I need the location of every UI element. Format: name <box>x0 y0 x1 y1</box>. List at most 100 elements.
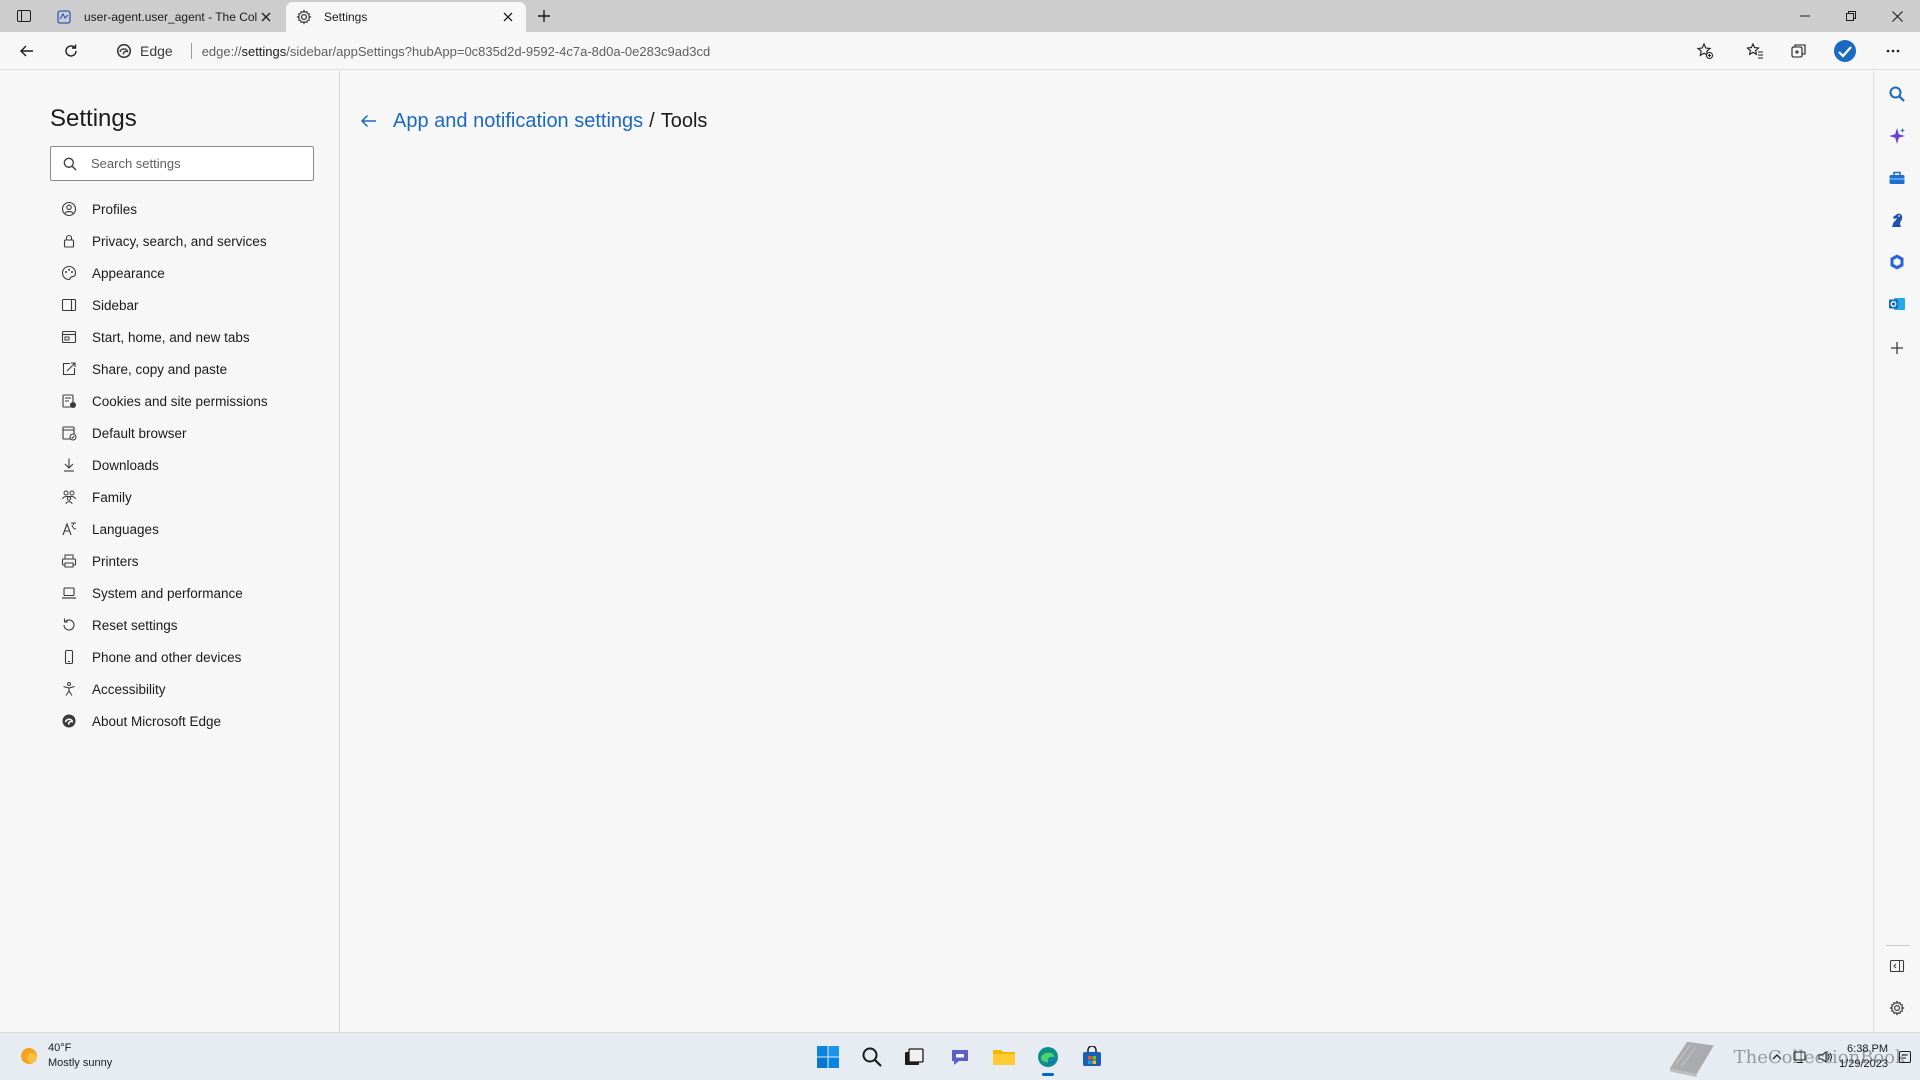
tab-title: Settings <box>324 10 368 24</box>
tab-user-agent[interactable]: user-agent.user_agent - The Coll <box>46 2 284 32</box>
add-favorite-button[interactable] <box>1690 37 1720 65</box>
tab-settings[interactable]: Settings <box>286 2 526 32</box>
printer-icon <box>60 552 78 570</box>
toolbox-icon <box>1889 171 1905 184</box>
sidebar-search-button[interactable] <box>1884 81 1910 107</box>
minimize-button[interactable] <box>1782 0 1828 32</box>
nav-item-cookies[interactable]: Cookies and site permissions <box>60 385 268 417</box>
sidebar-tools-button[interactable] <box>1884 165 1910 191</box>
store-icon <box>1083 1046 1101 1066</box>
site-identity-label: Edge <box>140 43 173 59</box>
collections-button[interactable] <box>1784 37 1814 65</box>
network-button[interactable] <box>1793 1050 1809 1064</box>
nav-item-label: Cookies and site permissions <box>92 393 268 409</box>
settings-content: App and notification settings / Tools <box>341 71 1872 1032</box>
nav-item-appearance[interactable]: Appearance <box>60 257 268 289</box>
file-explorer-button[interactable] <box>988 1041 1020 1073</box>
search-settings-input[interactable] <box>91 156 291 171</box>
page-title: Tools <box>660 109 708 132</box>
lock-icon <box>60 232 78 250</box>
edge-taskbar-button[interactable] <box>1032 1041 1064 1076</box>
clock[interactable]: 6:38 PM 1/29/2023 <box>1839 1042 1888 1072</box>
browser-toolbar: Edge edge://settings/sidebar/appSettings… <box>0 32 1920 70</box>
start-button[interactable] <box>812 1041 844 1073</box>
nav-item-accessibility[interactable]: Accessibility <box>60 673 268 705</box>
phone-icon <box>60 648 78 666</box>
sidebar-outlook-button[interactable] <box>1884 291 1910 317</box>
favorites-button[interactable] <box>1740 37 1770 65</box>
new-tab-button[interactable] <box>532 5 556 27</box>
languages-icon <box>60 520 78 538</box>
nav-item-label: Family <box>92 489 132 505</box>
restore-button[interactable] <box>1828 0 1874 32</box>
nav-item-family[interactable]: Family <box>60 481 268 513</box>
nav-item-system-performance[interactable]: System and performance <box>60 577 268 609</box>
plus-icon <box>1891 342 1903 354</box>
nav-item-about-edge[interactable]: About Microsoft Edge <box>60 705 268 737</box>
teams-chat-button[interactable] <box>944 1041 976 1073</box>
settings-and-more-button[interactable] <box>1878 37 1908 65</box>
settings-nav-list: Profiles Privacy, search, and services A… <box>60 193 268 737</box>
nav-item-label: Share, copy and paste <box>92 361 228 377</box>
search-settings-box[interactable] <box>50 146 314 181</box>
close-window-button[interactable] <box>1874 0 1920 32</box>
task-view-icon <box>905 1048 924 1065</box>
taskbar-search-button[interactable] <box>856 1041 888 1073</box>
notification-icon <box>1899 1051 1911 1063</box>
nav-item-printers[interactable]: Printers <box>60 545 268 577</box>
nav-item-sidebar[interactable]: Sidebar <box>60 289 268 321</box>
store-button[interactable] <box>1076 1041 1108 1073</box>
arrow-left-icon <box>360 114 376 128</box>
windows-logo-icon <box>817 1046 839 1068</box>
weather-widget[interactable]: 40°F Mostly sunny <box>18 1041 112 1071</box>
sidebar-office-button[interactable] <box>1884 249 1910 275</box>
close-tab-icon[interactable] <box>258 9 274 25</box>
sidebar-copilot-button[interactable] <box>1884 123 1910 149</box>
nav-item-profiles[interactable]: Profiles <box>60 193 268 225</box>
volume-button[interactable] <box>1817 1050 1833 1064</box>
nav-item-phone-devices[interactable]: Phone and other devices <box>60 641 268 673</box>
hide-sidebar-button[interactable] <box>1884 953 1910 979</box>
family-icon <box>60 488 78 506</box>
tab-actions-icon <box>17 10 31 22</box>
weather-desc: Mostly sunny <box>48 1057 113 1069</box>
breadcrumb-parent-link[interactable]: App and notification settings <box>393 110 643 133</box>
nav-item-start-home[interactable]: Start, home, and new tabs <box>60 321 268 353</box>
network-icon <box>1793 1051 1806 1063</box>
back-arrow-button[interactable] <box>357 109 381 133</box>
edge-sidebar <box>1873 71 1920 1032</box>
nav-item-label: Accessibility <box>92 681 166 697</box>
profile-icon <box>60 200 78 218</box>
address-bar[interactable]: Edge edge://settings/sidebar/appSettings… <box>106 36 1734 66</box>
sidebar-games-button[interactable] <box>1884 207 1910 233</box>
edge-logo-icon <box>116 43 132 59</box>
task-view-button[interactable] <box>898 1041 930 1073</box>
tray-overflow-button[interactable] <box>1771 1051 1783 1063</box>
system-tray: 6:38 PM 1/29/2023 <box>1771 1039 1912 1075</box>
profile-button[interactable] <box>1830 37 1860 65</box>
collections-icon <box>1791 44 1806 58</box>
site-identity-chip[interactable]: Edge <box>106 43 181 59</box>
cookies-icon <box>60 392 78 410</box>
close-tab-icon[interactable] <box>500 9 516 25</box>
url-text[interactable]: edge://settings/sidebar/appSettings?hubA… <box>202 44 711 59</box>
nav-item-languages[interactable]: Languages <box>60 513 268 545</box>
download-icon <box>60 456 78 474</box>
sidebar-icon <box>60 296 78 314</box>
nav-item-share-copy-paste[interactable]: Share, copy and paste <box>60 353 268 385</box>
nav-item-label: Privacy, search, and services <box>92 233 267 249</box>
refresh-button[interactable] <box>56 37 86 65</box>
nav-item-reset[interactable]: Reset settings <box>60 609 268 641</box>
search-icon <box>862 1047 882 1067</box>
settings-sidebar: Settings Profiles Privacy, search, and s… <box>0 71 340 1032</box>
back-button[interactable] <box>12 37 42 65</box>
nav-item-label: Default browser <box>92 425 187 441</box>
tab-actions-button[interactable] <box>10 4 38 28</box>
sidebar-add-button[interactable] <box>1884 335 1910 361</box>
nav-item-downloads[interactable]: Downloads <box>60 449 268 481</box>
nav-item-privacy[interactable]: Privacy, search, and services <box>60 225 268 257</box>
sidebar-settings-button[interactable] <box>1884 995 1910 1021</box>
notifications-button[interactable] <box>1898 1050 1912 1064</box>
nav-item-default-browser[interactable]: Default browser <box>60 417 268 449</box>
laptop-icon <box>60 584 78 602</box>
